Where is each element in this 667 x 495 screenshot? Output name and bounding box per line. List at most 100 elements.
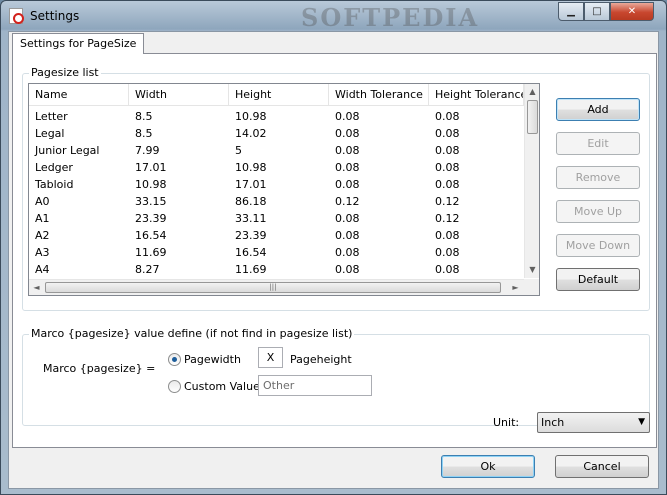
pageheight-label: Pageheight xyxy=(290,353,352,366)
cancel-button[interactable]: Cancel xyxy=(555,455,649,478)
cell-height-tolerance: 0.08 xyxy=(435,110,460,123)
column-header-name[interactable]: Name xyxy=(29,84,129,106)
scroll-down-icon[interactable]: ▼ xyxy=(525,262,539,277)
cell-height: 17.01 xyxy=(235,178,267,191)
chevron-down-icon: ▼ xyxy=(638,417,645,427)
cell-width-tolerance: 0.08 xyxy=(335,144,360,157)
vertical-scroll-thumb[interactable] xyxy=(527,100,538,134)
cell-height: 16.54 xyxy=(235,246,267,259)
scroll-up-icon[interactable]: ▲ xyxy=(525,84,539,99)
cell-name: Legal xyxy=(35,127,65,140)
softpedia-watermark: SOFTPEDIA xyxy=(301,3,480,32)
cell-width: 8.27 xyxy=(135,263,160,276)
table-row[interactable]: A4 8.27 11.69 0.08 0.08 xyxy=(29,261,524,278)
cell-width-tolerance: 0.08 xyxy=(335,212,360,225)
cell-width: 7.99 xyxy=(135,144,160,157)
cell-width: 8.5 xyxy=(135,127,153,140)
column-header-height[interactable]: Height xyxy=(229,84,329,106)
cell-height-tolerance: 0.12 xyxy=(435,195,460,208)
cell-height: 14.02 xyxy=(235,127,267,140)
cell-name: A2 xyxy=(35,229,50,242)
cell-height-tolerance: 0.08 xyxy=(435,127,460,140)
cell-height: 10.98 xyxy=(235,110,267,123)
remove-button[interactable]: Remove xyxy=(556,166,640,189)
cell-height-tolerance: 0.08 xyxy=(435,229,460,242)
custom-value-label[interactable]: Custom Value: xyxy=(184,380,264,393)
cell-width-tolerance: 0.12 xyxy=(335,195,360,208)
move-up-button[interactable]: Move Up xyxy=(556,200,640,223)
column-header-width-tolerance[interactable]: Width Tolerance xyxy=(329,84,429,106)
app-icon xyxy=(9,8,24,24)
pagesize-list-legend: Pagesize list xyxy=(29,66,101,79)
move-down-button[interactable]: Move Down xyxy=(556,234,640,257)
pagesize-list-group: Pagesize list Name Width Height Width To… xyxy=(22,66,650,311)
maximize-button[interactable]: □ xyxy=(584,2,610,21)
scroll-left-icon[interactable]: ◄ xyxy=(29,280,44,295)
table-row[interactable]: Tabloid 10.98 17.01 0.08 0.08 xyxy=(29,176,524,193)
dialog-client: Settings for PageSize Pagesize list Name… xyxy=(8,31,659,489)
custom-value-radio[interactable] xyxy=(168,380,181,393)
table-row[interactable]: A0 33.15 86.18 0.12 0.12 xyxy=(29,193,524,210)
cell-height: 23.39 xyxy=(235,229,267,242)
cell-height-tolerance: 0.12 xyxy=(435,212,460,225)
cell-height-tolerance: 0.08 xyxy=(435,246,460,259)
settings-window: Settings SOFTPEDIA ▁ □ ✕ Settings for Pa… xyxy=(0,0,667,495)
ok-button[interactable]: Ok xyxy=(441,455,535,478)
pagesize-list[interactable]: Name Width Height Width Tolerance Height… xyxy=(28,83,540,296)
table-row[interactable]: Ledger 17.01 10.98 0.08 0.08 xyxy=(29,159,524,176)
table-row[interactable]: Letter 8.5 10.98 0.08 0.08 xyxy=(29,108,524,125)
list-body: Letter 8.5 10.98 0.08 0.08 Legal 8.5 14.02 0.08… xyxy=(29,108,524,278)
cell-height: 86.18 xyxy=(235,195,267,208)
custom-value-input[interactable]: Other xyxy=(258,375,372,396)
cell-width: 11.69 xyxy=(135,246,167,259)
cell-name: Junior Legal xyxy=(35,144,100,157)
cell-width: 10.98 xyxy=(135,178,167,191)
cell-height-tolerance: 0.08 xyxy=(435,161,460,174)
cell-height: 11.69 xyxy=(235,263,267,276)
cell-height-tolerance: 0.08 xyxy=(435,263,460,276)
cell-name: Letter xyxy=(35,110,68,123)
scroll-right-icon[interactable]: ► xyxy=(508,280,523,295)
horizontal-scrollbar[interactable]: ◄ ||| ► xyxy=(29,279,524,295)
tab-panel: Pagesize list Name Width Height Width To… xyxy=(12,53,657,448)
add-button[interactable]: Add xyxy=(556,98,640,121)
column-header-height-tolerance[interactable]: Height Tolerance xyxy=(429,84,524,106)
separator-input[interactable]: X xyxy=(258,347,283,368)
cell-width-tolerance: 0.08 xyxy=(335,246,360,259)
vertical-scrollbar[interactable]: ▲ ▼ xyxy=(524,84,539,278)
cell-width: 17.01 xyxy=(135,161,167,174)
cell-width-tolerance: 0.08 xyxy=(335,178,360,191)
edit-button[interactable]: Edit xyxy=(556,132,640,155)
cell-width-tolerance: 0.08 xyxy=(335,127,360,140)
cell-height-tolerance: 0.08 xyxy=(435,144,460,157)
pagewidth-radio[interactable] xyxy=(168,353,181,366)
table-row[interactable]: A3 11.69 16.54 0.08 0.08 xyxy=(29,244,524,261)
window-title: Settings xyxy=(30,9,80,23)
cell-width: 8.5 xyxy=(135,110,153,123)
cell-height: 5 xyxy=(235,144,242,157)
cell-width-tolerance: 0.08 xyxy=(335,263,360,276)
cell-height: 33.11 xyxy=(235,212,267,225)
marco-label: Marco {pagesize} = xyxy=(43,362,156,375)
horizontal-scroll-thumb[interactable]: ||| xyxy=(45,282,501,293)
pagewidth-label[interactable]: Pagewidth xyxy=(184,353,241,366)
cell-width-tolerance: 0.08 xyxy=(335,229,360,242)
tab-settings-for-pagesize[interactable]: Settings for PageSize xyxy=(12,33,145,54)
cell-width-tolerance: 0.08 xyxy=(335,161,360,174)
table-row[interactable]: A2 16.54 23.39 0.08 0.08 xyxy=(29,227,524,244)
unit-select[interactable]: Inch ▼ xyxy=(537,412,650,433)
cell-name: Tabloid xyxy=(35,178,74,191)
close-button[interactable]: ✕ xyxy=(610,2,654,21)
default-button[interactable]: Default xyxy=(556,268,640,291)
cell-name: Ledger xyxy=(35,161,73,174)
column-header-width[interactable]: Width xyxy=(129,84,229,106)
cell-name: A1 xyxy=(35,212,50,225)
cell-name: A3 xyxy=(35,246,50,259)
table-row[interactable]: A1 23.39 33.11 0.08 0.12 xyxy=(29,210,524,227)
cell-width-tolerance: 0.08 xyxy=(335,110,360,123)
cell-height: 10.98 xyxy=(235,161,267,174)
table-row[interactable]: Junior Legal 7.99 5 0.08 0.08 xyxy=(29,142,524,159)
title-bar[interactable]: Settings SOFTPEDIA ▁ □ ✕ xyxy=(1,1,666,32)
table-row[interactable]: Legal 8.5 14.02 0.08 0.08 xyxy=(29,125,524,142)
minimize-button[interactable]: ▁ xyxy=(558,2,584,21)
